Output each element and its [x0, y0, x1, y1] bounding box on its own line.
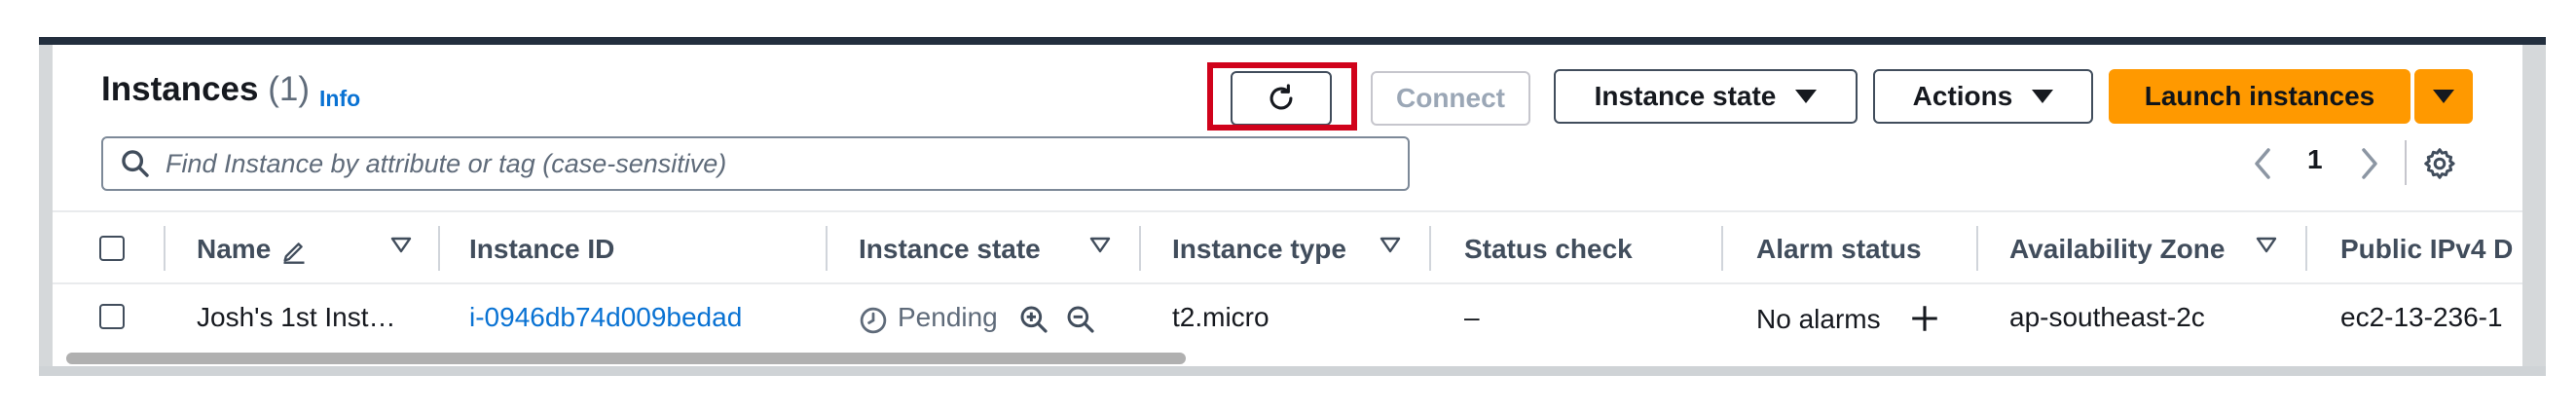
frame-right-edge [2522, 45, 2546, 366]
clock-icon [860, 307, 887, 334]
cell-alarm-status: No alarms [1756, 304, 1881, 334]
column-header-instance-state[interactable]: Instance state [859, 234, 1041, 265]
zoom-in-icon[interactable] [1018, 304, 1049, 335]
frame-bottom-edge [39, 366, 2546, 376]
page-number[interactable]: 1 [2307, 144, 2323, 175]
column-header-name[interactable]: Name [197, 234, 271, 265]
cell-instance-type: t2.micro [1172, 302, 1270, 332]
column-header-instance-type[interactable]: Instance type [1172, 234, 1346, 265]
column-divider [1139, 226, 1141, 271]
launch-label: Launch instances [2144, 81, 2375, 111]
console-top-bar [39, 37, 2546, 45]
instance-state-value: Pending [898, 302, 998, 332]
column-header-status-check[interactable]: Status check [1464, 234, 1633, 265]
instance-count: (1) [268, 70, 310, 108]
row-checkbox[interactable] [99, 304, 125, 329]
instances-panel: Instances (1) Info Connect Instance stat… [53, 45, 2522, 366]
info-link[interactable]: Info [319, 86, 360, 112]
column-divider [1721, 226, 1723, 271]
chevron-left-icon[interactable] [2251, 146, 2274, 181]
sort-icon[interactable] [1088, 236, 1112, 255]
zoom-out-icon[interactable] [1065, 304, 1096, 335]
table-row[interactable]: Josh's 1st Inst… i-0946db74d009bedad Pen… [53, 284, 2522, 349]
caret-down-icon [1795, 90, 1818, 103]
column-header-availability-zone[interactable]: Availability Zone [2009, 234, 2225, 265]
refresh-highlight-box [1207, 62, 1357, 131]
column-divider [2305, 226, 2307, 271]
actions-button[interactable]: Actions [1873, 69, 2093, 124]
launch-dropdown-button[interactable] [2414, 69, 2473, 124]
cell-name: Josh's 1st Inst… [197, 302, 396, 332]
cell-availability-zone: ap-southeast-2c [2009, 302, 2205, 332]
pencil-icon [283, 243, 305, 264]
column-divider [164, 226, 166, 271]
plus-icon[interactable] [1908, 302, 1941, 335]
column-divider [826, 226, 828, 271]
page-title: Instances (1) [101, 70, 310, 109]
column-divider [1976, 226, 1978, 271]
title-text: Instances [101, 70, 259, 108]
column-header-public-ipv4[interactable]: Public IPv4 D [2340, 234, 2513, 265]
search-icon [122, 150, 149, 177]
sort-icon[interactable] [2255, 236, 2278, 255]
caret-down-icon [2433, 90, 2454, 103]
cell-public-ipv4: ec2-13-236-1 [2340, 302, 2503, 332]
sort-icon[interactable] [1379, 236, 1402, 255]
actions-label: Actions [1912, 81, 2013, 111]
select-all-checkbox[interactable] [99, 236, 125, 261]
instance-state-label: Instance state [1594, 81, 1777, 111]
connect-label: Connect [1396, 83, 1505, 113]
table-header-row: Name Instance ID Instance state Instance… [53, 210, 2522, 284]
horizontal-scrollbar[interactable] [53, 349, 2522, 366]
frame-left-edge [39, 45, 53, 366]
search-input[interactable] [164, 147, 1336, 180]
connect-button[interactable]: Connect [1371, 71, 1530, 126]
column-divider [438, 226, 440, 271]
instance-id-link[interactable]: i-0946db74d009bedad [469, 302, 742, 333]
instance-state-button[interactable]: Instance state [1554, 69, 1858, 124]
scrollbar-thumb[interactable] [66, 353, 1186, 364]
pagination-divider [2405, 140, 2407, 185]
column-divider [1429, 226, 1431, 271]
cell-status-check: – [1464, 302, 1480, 332]
chevron-right-icon[interactable] [2358, 146, 2381, 181]
launch-instances-button[interactable]: Launch instances [2109, 69, 2410, 124]
sort-icon[interactable] [389, 236, 413, 255]
gear-icon[interactable] [2422, 146, 2457, 181]
search-box[interactable] [101, 136, 1410, 191]
column-header-instance-id[interactable]: Instance ID [469, 234, 614, 265]
caret-down-icon [2032, 90, 2054, 103]
column-header-alarm-status[interactable]: Alarm status [1756, 234, 1922, 265]
